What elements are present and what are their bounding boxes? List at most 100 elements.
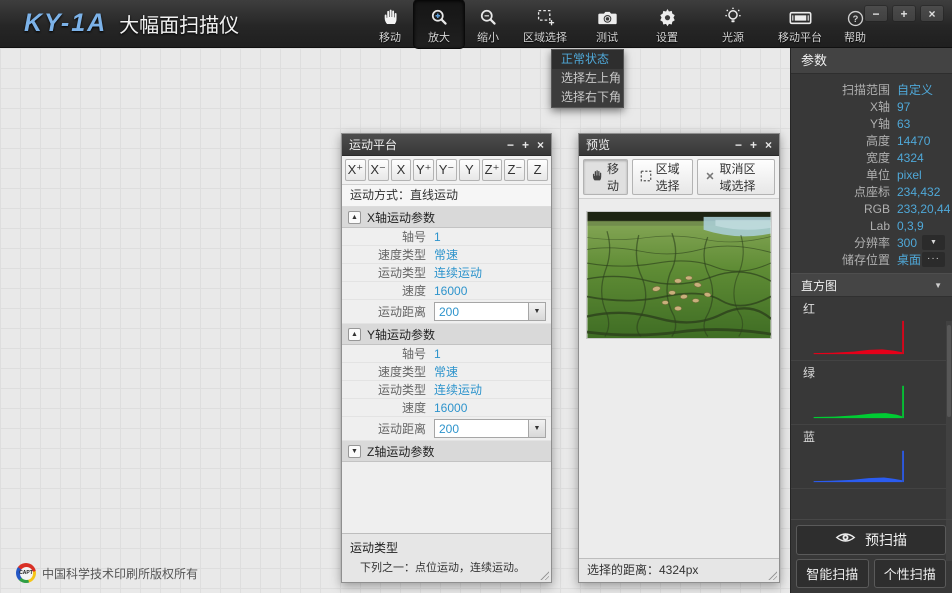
capt-logo-icon: CAPT (16, 563, 36, 583)
row-value[interactable]: 1 (434, 230, 551, 244)
row-value[interactable]: 常速 (434, 363, 551, 380)
axis-y-minus-button[interactable]: Y⁻ (436, 159, 457, 181)
button-label: 移动 (607, 160, 620, 194)
row-value[interactable]: 97 (897, 100, 952, 114)
zoom-in-icon (430, 5, 449, 27)
panel-minimize-button[interactable]: − (735, 139, 742, 151)
distance-combobox[interactable]: 200 ▼ (434, 419, 546, 438)
motion-platform-panel: 运动平台 − + × X⁺ X⁻ X Y⁺ Y⁻ Y Z⁺ Z⁻ Z 运动方式：… (341, 133, 552, 583)
axis-z-button[interactable]: Z (527, 159, 548, 181)
row-label: 宽度 (791, 149, 897, 166)
param-row: 运动类型 连续运动 (342, 381, 551, 399)
param-row: 速度 16000 (342, 282, 551, 300)
row-label: 运动距离 (342, 303, 434, 320)
resize-grip[interactable] (767, 570, 777, 580)
collapse-icon[interactable]: ▲ (348, 211, 361, 224)
parameters-sidebar: 参数 扫描范围 自定义 X轴 97 Y轴 63 高度 14470 宽度 4324 (790, 48, 952, 593)
window-controls: − + × (864, 5, 944, 22)
toolbar-button-test[interactable]: 测试 (578, 0, 636, 48)
preview-region-select-button[interactable]: 区域选择 (632, 159, 694, 195)
row-value[interactable]: 16000 (434, 284, 551, 298)
menu-item-normal-state[interactable]: 正常状态 (552, 50, 623, 69)
axis-x-button[interactable]: X (391, 159, 412, 181)
logo-text: KY-1A (24, 9, 107, 38)
combobox-value: 200 (435, 422, 459, 436)
row-label: 运动距离 (342, 420, 434, 437)
resolution-dropdown-button[interactable]: ▼ (922, 235, 945, 250)
scrollbar-thumb[interactable] (947, 325, 951, 417)
x-axis-section-header[interactable]: ▲ X轴运动参数 (342, 207, 551, 228)
axis-y-button[interactable]: Y (459, 159, 480, 181)
row-value: 234,432 (897, 185, 952, 199)
row-value[interactable]: 常速 (434, 246, 551, 263)
toolbar-button-light-source[interactable]: 光源 (698, 0, 768, 48)
row-value[interactable]: 14470 (897, 134, 952, 148)
preview-cancel-selection-button[interactable]: 取消区域选择 (697, 159, 775, 195)
window-maximize-button[interactable]: + (892, 5, 916, 22)
axis-z-plus-button[interactable]: Z⁺ (482, 159, 503, 181)
row-value[interactable]: pixel (897, 168, 952, 182)
panel-close-button[interactable]: × (765, 139, 772, 151)
smart-scan-button[interactable]: 智能扫描 (796, 559, 869, 588)
row-label: 储存位置 (791, 251, 897, 268)
panel-maximize-button[interactable]: + (750, 139, 757, 151)
browse-location-button[interactable]: ··· (922, 252, 945, 267)
row-value[interactable]: 63 (897, 117, 952, 131)
row-label: 轴号 (342, 345, 434, 362)
row-value[interactable]: 1 (434, 347, 551, 361)
param-row-y-axis: Y轴 63 (791, 115, 952, 132)
motion-panel-title: 运动平台 (349, 136, 507, 153)
toolbar-button-zoom-out[interactable]: 缩小 (464, 0, 512, 48)
channel-label: 蓝 (791, 428, 952, 445)
axis-z-minus-button[interactable]: Z⁻ (504, 159, 525, 181)
row-label: 速度类型 (342, 363, 434, 380)
preview-image-area[interactable] (579, 199, 779, 558)
histogram-header[interactable]: 直方图 ▼ (791, 273, 952, 297)
row-value[interactable]: 自定义 (897, 81, 952, 98)
panel-minimize-button[interactable]: − (507, 139, 514, 151)
axis-x-minus-button[interactable]: X⁻ (368, 159, 389, 181)
toolbar-label: 光源 (722, 29, 744, 45)
motion-panel-help-footer: 运动类型 下列之一：点位运动，连续运动。 (342, 533, 551, 582)
window-minimize-button[interactable]: − (864, 5, 888, 22)
row-value[interactable]: 连续运动 (434, 381, 551, 398)
distance-combobox[interactable]: 200 ▼ (434, 302, 546, 321)
region-select-icon (640, 170, 652, 185)
param-row-save-location: 储存位置 桌面 ··· (791, 251, 952, 268)
chevron-down-icon[interactable]: ▼ (528, 303, 545, 320)
preview-panel-titlebar[interactable]: 预览 − + × (579, 134, 779, 156)
preview-move-button[interactable]: 移动 (583, 159, 628, 195)
button-label: 区域选择 (656, 160, 686, 194)
toolbar-button-moving-platform[interactable]: 移动平台 (768, 0, 832, 48)
row-label: X轴 (791, 98, 897, 115)
row-value[interactable]: 4324 (897, 151, 952, 165)
collapse-icon[interactable]: ▲ (348, 328, 361, 341)
prescan-button[interactable]: 预扫描 (796, 525, 946, 555)
help-title: 运动类型 (350, 539, 543, 556)
panel-maximize-button[interactable]: + (522, 139, 529, 151)
axis-x-plus-button[interactable]: X⁺ (345, 159, 366, 181)
toolbar-button-zoom-in[interactable]: 放大 (414, 0, 464, 48)
menu-item-select-bottom-right[interactable]: 选择右下角 (552, 88, 623, 107)
z-axis-section-header[interactable]: ▼ Z轴运动参数 (342, 441, 551, 462)
scrollbar[interactable] (946, 321, 952, 561)
section-title: Z轴运动参数 (367, 443, 434, 460)
axis-y-plus-button[interactable]: Y⁺ (413, 159, 434, 181)
y-axis-section-header[interactable]: ▲ Y轴运动参数 (342, 324, 551, 345)
toolbar-button-region-select[interactable]: 区域选择 (512, 0, 578, 48)
toolbar-button-move[interactable]: 移动 (366, 0, 414, 48)
menu-item-select-top-left[interactable]: 选择左上角 (552, 69, 623, 88)
row-value[interactable]: 连续运动 (434, 264, 551, 281)
toolbar-button-settings[interactable]: 设置 (636, 0, 698, 48)
motion-mode-label: 运动方式：直线运动 (342, 185, 551, 207)
custom-scan-button[interactable]: 个性扫描 (874, 559, 947, 588)
window-close-button[interactable]: × (920, 5, 944, 22)
panel-close-button[interactable]: × (537, 139, 544, 151)
row-value[interactable]: 16000 (434, 401, 551, 415)
row-label: 点座标 (791, 183, 897, 200)
app-title: 大幅面扫描仪 (119, 9, 239, 38)
motion-panel-titlebar[interactable]: 运动平台 − + × (342, 134, 551, 156)
chevron-down-icon[interactable]: ▼ (528, 420, 545, 437)
chevron-down-icon[interactable]: ▼ (934, 281, 942, 290)
expand-icon[interactable]: ▼ (348, 445, 361, 458)
